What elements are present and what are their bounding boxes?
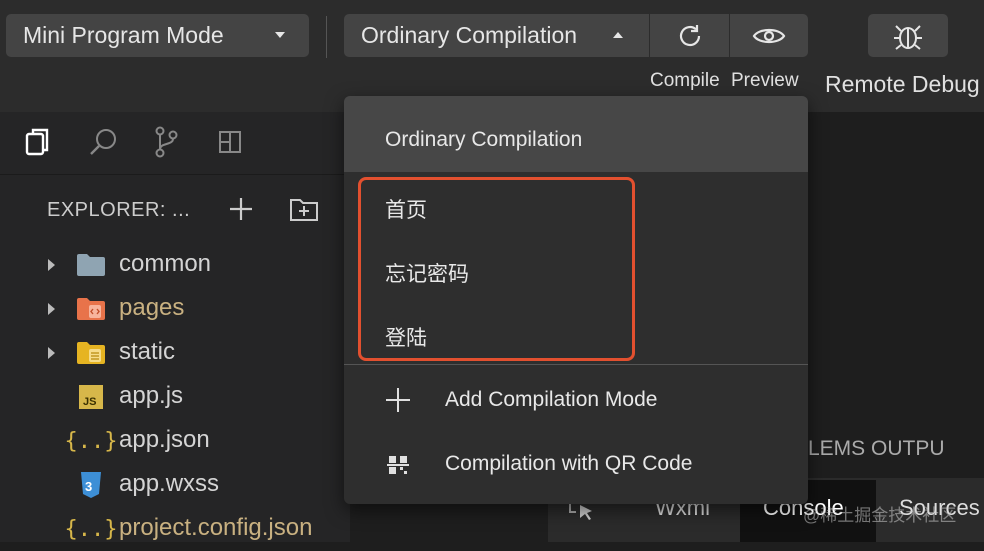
new-folder-icon[interactable] <box>288 194 320 224</box>
tree-item-label: pages <box>119 294 185 321</box>
refresh-icon <box>679 24 700 46</box>
tree-folder-static[interactable]: static <box>0 331 350 375</box>
chevron-down-icon <box>275 32 285 38</box>
new-file-icon[interactable] <box>226 194 256 224</box>
svg-text:JS: JS <box>83 396 96 408</box>
compilation-qr-code-item[interactable]: Compilation with QR Code <box>445 452 692 476</box>
tree-item-label: common <box>119 250 212 277</box>
activity-bar <box>0 112 350 175</box>
menu-divider <box>344 364 808 365</box>
preview-label: Preview <box>731 70 799 91</box>
svg-text:3: 3 <box>85 479 92 494</box>
tree-item-label: static <box>119 338 176 365</box>
toolbar-divider <box>326 16 327 58</box>
tree-file-app-js[interactable]: JS app.js <box>0 375 350 419</box>
tree-item-label: app.wxss <box>119 470 220 497</box>
highlight-box <box>358 177 635 361</box>
css-file-icon: 3 <box>76 471 106 499</box>
compile-mode-label: Ordinary Compilation <box>361 22 578 48</box>
explorer-title: EXPLORER: ... <box>47 199 191 221</box>
compile-mode-select[interactable]: Ordinary Compilation <box>344 14 649 57</box>
chevron-right-icon <box>48 347 55 359</box>
extensions-icon[interactable] <box>212 124 248 160</box>
mode-select-label: Mini Program Mode <box>23 22 224 48</box>
mode-select[interactable]: Mini Program Mode <box>6 14 309 57</box>
chevron-right-icon <box>48 303 55 315</box>
source-control-icon[interactable] <box>148 124 184 160</box>
folder-pages-icon <box>76 295 106 323</box>
qr-code-icon <box>384 451 412 479</box>
search-icon[interactable] <box>85 124 121 160</box>
preview-button[interactable] <box>730 14 808 57</box>
tree-file-app-wxss[interactable]: 3 app.wxss <box>0 463 350 507</box>
chevron-up-icon <box>613 32 623 38</box>
tree-item-label: project.config.json <box>119 514 313 541</box>
chevron-right-icon <box>48 259 55 271</box>
dropdown-header[interactable]: Ordinary Compilation <box>344 96 808 172</box>
json-file-icon: {..} <box>64 428 118 454</box>
remote-debug-button[interactable] <box>868 14 948 57</box>
tree-item-label: app.json <box>119 426 210 453</box>
tree-folder-pages[interactable]: pages <box>0 287 350 331</box>
tree-folder-common[interactable]: common <box>0 243 350 287</box>
eye-icon <box>752 28 786 43</box>
bug-icon <box>894 24 922 50</box>
plus-icon <box>384 386 412 414</box>
panel-tabs[interactable]: LEMS OUTPU <box>808 437 945 461</box>
add-compilation-mode-item[interactable]: Add Compilation Mode <box>445 388 657 412</box>
files-icon[interactable] <box>20 124 56 160</box>
folder-icon <box>76 251 106 279</box>
folder-static-icon <box>76 339 106 367</box>
dropdown-header-label: Ordinary Compilation <box>385 128 583 151</box>
tree-item-label: app.js <box>119 382 184 409</box>
sidebar: EXPLORER: ... common pages static JS app… <box>0 112 350 542</box>
compile-button[interactable] <box>650 14 729 57</box>
compile-label: Compile <box>650 70 720 91</box>
watermark: @稀土掘金技术社区 <box>803 506 957 525</box>
json-file-icon: {..} <box>64 516 118 542</box>
tree-file-app-json[interactable]: {..} app.json <box>0 419 350 463</box>
tree-file-project-config[interactable]: {..} project.config.json <box>0 507 350 551</box>
js-file-icon: JS <box>76 383 106 411</box>
remote-debug-label: Remote Debug <box>825 71 980 97</box>
